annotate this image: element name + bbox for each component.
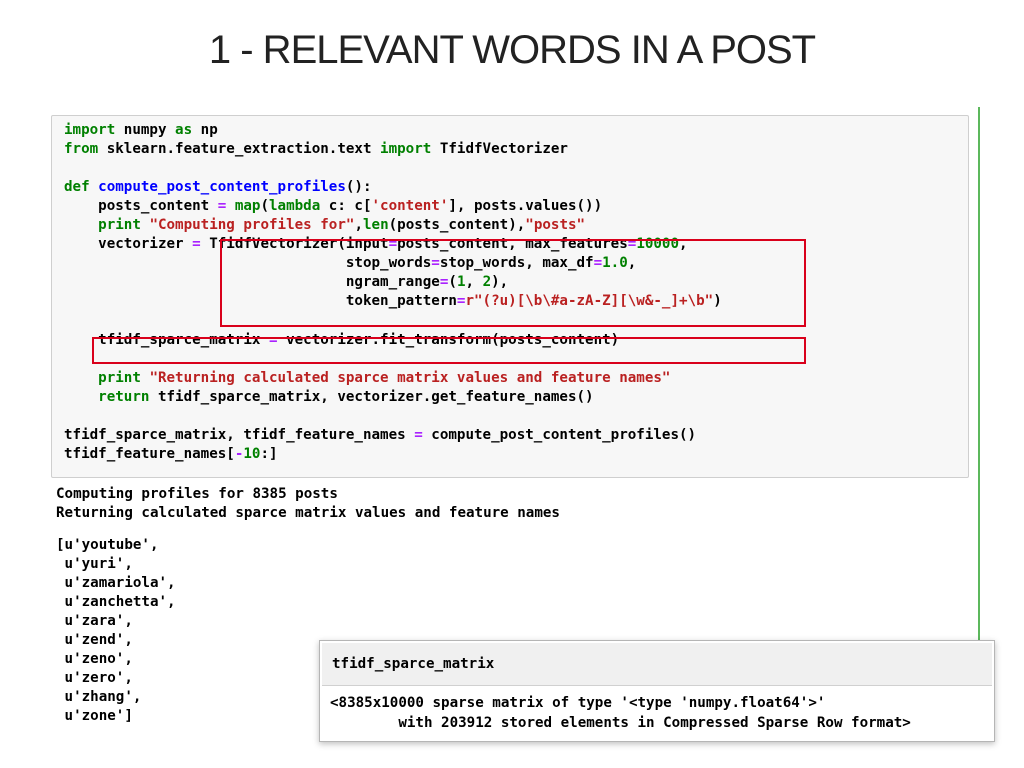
code-line-14: tfidf_feature_names[-10:]	[64, 446, 278, 462]
output-line: u'zanchetta',	[56, 594, 176, 610]
output-line: u'zend',	[56, 632, 133, 648]
popup-header: tfidf_sparce_matrix	[322, 643, 992, 686]
output-line: u'zamariola',	[56, 575, 176, 591]
code-input-area[interactable]: import numpy as np from sklearn.feature_…	[51, 115, 969, 478]
popup-value-line-1: <8385x10000 sparse matrix of type '<type…	[330, 695, 826, 711]
output-line: u'zero',	[56, 670, 133, 686]
popup-value-line-2: with 203912 stored elements in Compresse…	[330, 715, 911, 731]
code-line-12: return tfidf_sparce_matrix, vectorizer.g…	[98, 389, 594, 405]
output-line: u'yuri',	[56, 556, 133, 572]
code-line-2: from sklearn.feature_extraction.text imp…	[64, 141, 568, 157]
output-line: [u'youtube',	[56, 537, 159, 553]
fit-transform-highlight-box	[92, 337, 806, 364]
output-line: u'zara',	[56, 613, 133, 629]
vectorizer-highlight-box	[220, 239, 806, 327]
code-line-5: print "Computing profiles for",len(posts…	[98, 217, 586, 233]
code-line-11: print "Returning calculated sparce matri…	[98, 370, 671, 386]
variable-inspector-popup: tfidf_sparce_matrix <8385x10000 sparse m…	[319, 640, 995, 742]
output-line: Computing profiles for 8385 posts	[56, 486, 338, 502]
code-line-13: tfidf_sparce_matrix, tfidf_feature_names…	[64, 427, 697, 443]
output-line: Returning calculated sparce matrix value…	[56, 505, 560, 521]
output-line: u'zone']	[56, 708, 133, 724]
code-line-3: def compute_post_content_profiles():	[64, 179, 372, 195]
output-line: u'zhang',	[56, 689, 142, 705]
popup-title: tfidf_sparce_matrix	[332, 656, 495, 672]
code-line-4: posts_content = map(lambda c: c['content…	[64, 198, 603, 214]
code-line-1: import numpy as np	[64, 122, 218, 138]
output-line: u'zeno',	[56, 651, 133, 667]
slide-title: 1 - RELEVANT WORDS IN A POST	[208, 28, 816, 72]
